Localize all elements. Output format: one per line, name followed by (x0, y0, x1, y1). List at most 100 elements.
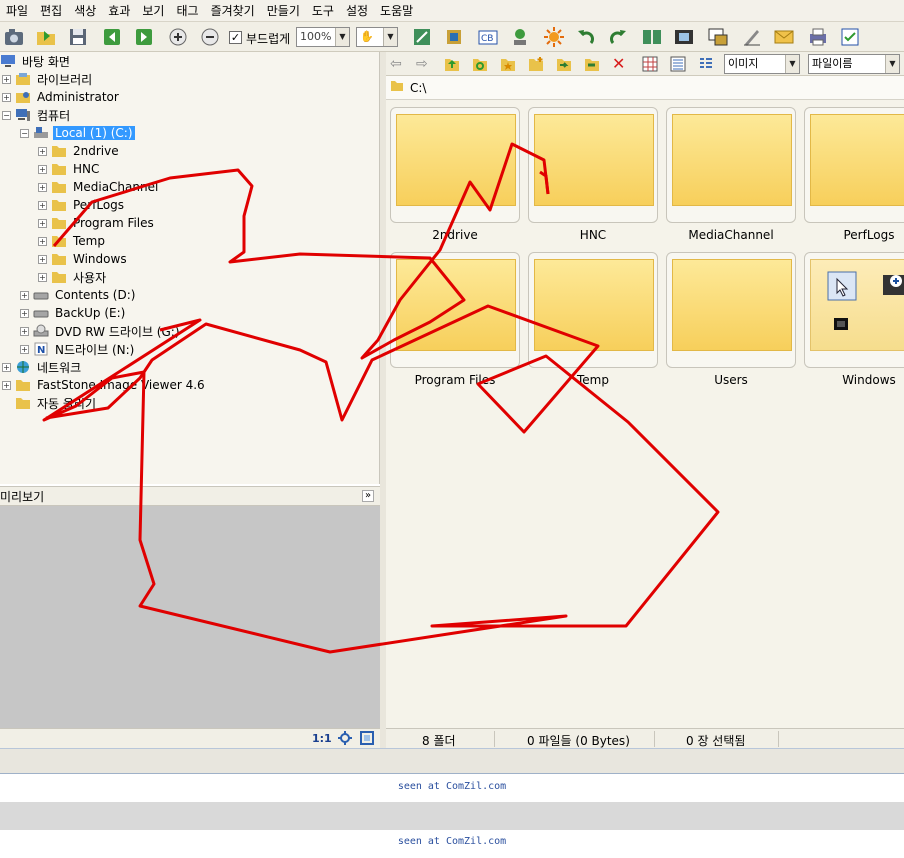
zoom-in-icon[interactable] (166, 25, 190, 49)
path-bar[interactable]: C:\ (386, 76, 904, 100)
favorite-folder-icon[interactable] (500, 56, 516, 75)
expand-icon[interactable]: + (2, 74, 11, 84)
rotate-left-icon[interactable] (574, 25, 598, 49)
tree-item-folder[interactable]: + Program Files (38, 214, 156, 232)
forward-icon[interactable]: ⇨ (416, 56, 428, 72)
expand-icon[interactable]: + (38, 146, 47, 156)
open-folder-icon[interactable] (34, 25, 58, 49)
previous-icon[interactable] (100, 25, 124, 49)
slideshow-icon[interactable] (706, 25, 730, 49)
collapse-chevron-icon[interactable]: » (362, 490, 374, 502)
view-mode-select[interactable]: 이미지 ▼ (724, 54, 800, 74)
camera-icon[interactable] (2, 25, 26, 49)
tree-item-local-c[interactable]: − Local (1) (C:) (20, 124, 135, 142)
thumbnail-folder[interactable] (666, 252, 796, 368)
tree-item-folder[interactable]: + MediaChannel (38, 178, 160, 196)
tree-item-folder[interactable]: +2ndrive (38, 142, 121, 160)
collapse-icon[interactable]: − (20, 128, 29, 138)
sort-mode-select[interactable]: 파일이름 ▼ (808, 54, 900, 74)
tree-item-drive-d[interactable]: + Contents (D:) (20, 286, 137, 304)
details-view-icon[interactable] (698, 56, 714, 75)
smooth-checkbox[interactable]: ✓ (229, 31, 242, 44)
checklist-icon[interactable] (838, 25, 862, 49)
zoom-select[interactable]: 100% ▼ (296, 27, 350, 47)
expand-icon[interactable]: + (20, 326, 29, 336)
hand-tool-select[interactable]: ✋ ▼ (356, 27, 398, 47)
expand-icon[interactable]: + (38, 182, 47, 192)
email-icon[interactable] (772, 25, 796, 49)
expand-icon[interactable]: + (38, 164, 47, 174)
tree-item-administrator[interactable]: + Administrator (2, 88, 121, 106)
menu-favorites[interactable]: 즐겨찾기 (205, 0, 261, 22)
tree-item-folder[interactable]: + 사용자 (38, 268, 108, 286)
zoom-out-icon[interactable] (198, 25, 222, 49)
rotate-right-icon[interactable] (606, 25, 630, 49)
tree-item-library[interactable]: + 라이브러리 (2, 70, 94, 88)
expand-icon[interactable]: + (20, 344, 29, 354)
list-view-icon[interactable] (670, 56, 686, 75)
tree-item-faststone[interactable]: + FastStone Image Viewer 4.6 (2, 376, 207, 394)
expand-icon[interactable]: + (20, 308, 29, 318)
tree-item-drive-n[interactable]: + N N드라이브 (N:) (20, 340, 136, 358)
thumbnail-view-icon[interactable] (642, 56, 658, 75)
save-icon[interactable] (66, 25, 90, 49)
menu-tools[interactable]: 도구 (306, 0, 340, 22)
delete-icon[interactable]: ✕ (612, 54, 625, 73)
expand-icon[interactable]: + (38, 272, 47, 282)
move-to-icon[interactable] (584, 56, 600, 75)
menu-file[interactable]: 파일 (0, 0, 34, 22)
expand-icon[interactable]: + (38, 254, 47, 264)
thumbnail-folder[interactable] (804, 252, 904, 368)
up-folder-icon[interactable] (444, 56, 460, 75)
tree-item-network[interactable]: + 네트워크 (2, 358, 83, 376)
expand-icon[interactable]: + (2, 362, 11, 372)
tree-item-drive-e[interactable]: + BackUp (E:) (20, 304, 127, 322)
back-icon[interactable]: ⇦ (390, 56, 402, 72)
thumbnail-folder[interactable] (804, 107, 904, 223)
tree-item-desktop[interactable]: 바탕 화면 (0, 52, 72, 70)
compare-icon[interactable] (640, 25, 664, 49)
next-icon[interactable] (132, 25, 156, 49)
expand-icon[interactable]: + (2, 380, 11, 390)
thumbnail-folder[interactable] (390, 107, 520, 223)
refresh-icon[interactable] (472, 56, 488, 75)
colors-icon[interactable]: CB (476, 25, 500, 49)
crop-icon[interactable] (442, 25, 466, 49)
tree-item-folder[interactable]: + PerfLogs (38, 196, 126, 214)
fullscreen-icon[interactable] (360, 731, 374, 748)
print-icon[interactable] (806, 25, 830, 49)
thumbnail-folder[interactable] (666, 107, 796, 223)
menu-tags[interactable]: 태그 (170, 0, 204, 22)
menu-help[interactable]: 도움말 (374, 0, 419, 22)
fit-icon[interactable] (338, 731, 352, 748)
stamp-icon[interactable] (508, 25, 532, 49)
expand-icon[interactable]: + (2, 92, 11, 102)
menu-view[interactable]: 보기 (136, 0, 170, 22)
expand-icon[interactable]: + (38, 200, 47, 210)
new-folder-icon[interactable] (528, 56, 544, 75)
tree-item-computer[interactable]: − 컴퓨터 (2, 106, 72, 124)
filmstrip-icon[interactable] (672, 25, 696, 49)
tree-item-folder[interactable]: + Temp (38, 232, 107, 250)
sun-icon[interactable] (542, 25, 566, 49)
thumbnail-folder[interactable] (528, 107, 658, 223)
menu-create[interactable]: 만들기 (261, 0, 306, 22)
menu-edit[interactable]: 편집 (34, 0, 68, 22)
copy-to-icon[interactable] (556, 56, 572, 75)
actual-size-button[interactable]: 1:1 (312, 732, 332, 745)
tree-item-folder[interactable]: + Windows (38, 250, 129, 268)
menu-color[interactable]: 색상 (68, 0, 102, 22)
tree-item-autoplay[interactable]: 자동 올리기 (15, 394, 98, 412)
expand-icon[interactable]: + (38, 236, 47, 246)
expand-icon[interactable]: + (20, 290, 29, 300)
resize-icon[interactable] (410, 25, 434, 49)
tree-item-drive-g[interactable]: + DVD RW 드라이브 (G:) (20, 322, 182, 340)
thumbnail-folder[interactable] (528, 252, 658, 368)
draw-icon[interactable] (740, 25, 764, 49)
expand-icon[interactable]: + (38, 218, 47, 228)
menu-settings[interactable]: 설정 (340, 0, 374, 22)
menu-effects[interactable]: 효과 (102, 0, 136, 22)
tree-item-folder[interactable]: + HNC (38, 160, 101, 178)
collapse-icon[interactable]: − (2, 110, 11, 120)
thumbnail-folder[interactable] (390, 252, 520, 368)
